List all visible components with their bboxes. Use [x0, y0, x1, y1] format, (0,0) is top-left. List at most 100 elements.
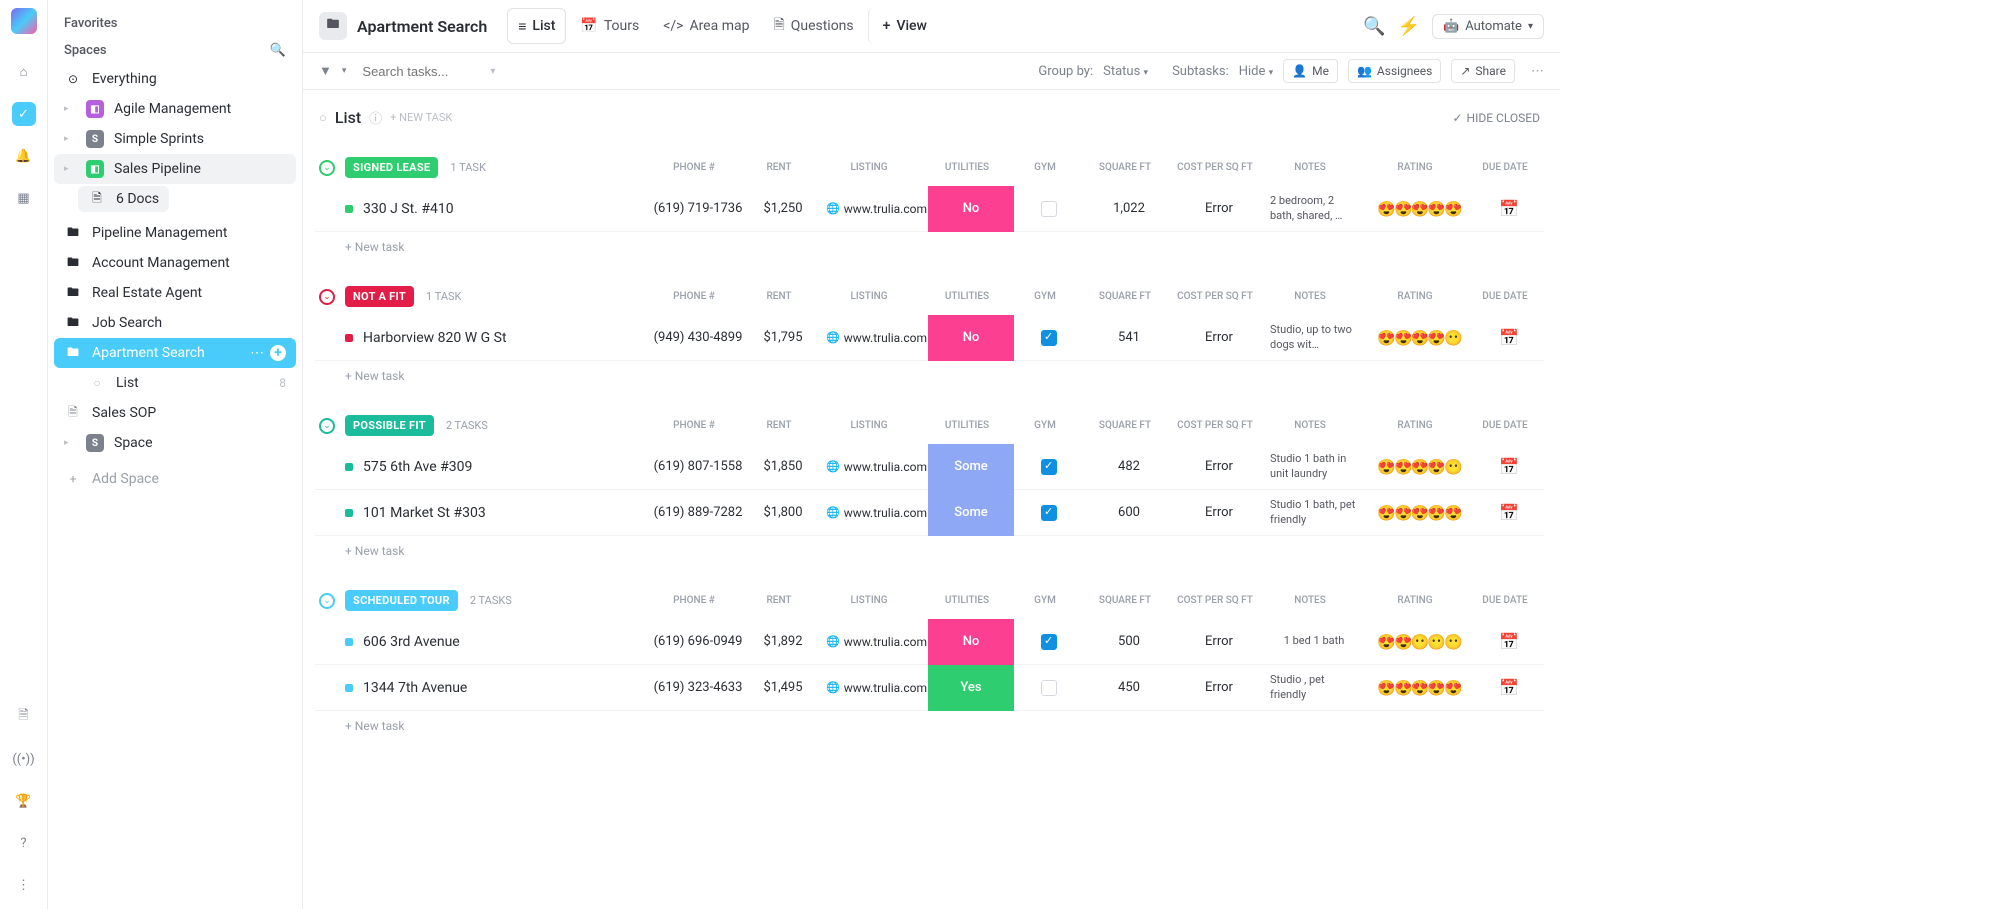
cost-cell[interactable]: Error [1174, 444, 1264, 490]
phone-cell[interactable]: (619) 807-1558 [648, 444, 748, 490]
task-search[interactable]: ▾ [356, 62, 536, 81]
goals-icon[interactable]: 🏆 [12, 789, 36, 813]
tab-area-map[interactable]: </>Area map [653, 8, 759, 44]
gym-cell[interactable] [1014, 315, 1084, 361]
sqft-cell[interactable]: 600 [1084, 490, 1174, 536]
due-date-cell[interactable]: 📅 [1474, 315, 1544, 361]
status-badge[interactable]: SIGNED LEASE [345, 157, 438, 178]
rating-cell[interactable]: 😍😍😍😍😶 [1364, 444, 1474, 490]
cost-cell[interactable]: Error [1174, 315, 1264, 361]
tab-questions[interactable]: 🗎Questions [763, 8, 863, 44]
task-row[interactable]: Harborview 820 W G St (949) 430-4899 $1,… [315, 315, 1544, 361]
phone-cell[interactable]: (619) 696-0949 [648, 619, 748, 665]
task-name[interactable]: 330 J St. #410 [363, 201, 648, 217]
cost-cell[interactable]: Error [1174, 186, 1264, 232]
due-date-cell[interactable]: 📅 [1474, 186, 1544, 232]
search-icon[interactable]: 🔍 [270, 43, 286, 58]
listing-cell[interactable]: www.trulia.com [818, 315, 928, 361]
checkbox[interactable] [1041, 459, 1057, 475]
task-row[interactable]: 575 6th Ave #309 (619) 807-1558 $1,850 w… [315, 444, 1544, 490]
share-button[interactable]: ↗Share [1451, 59, 1515, 83]
folder-account-management[interactable]: 🖿 Account Management [54, 248, 296, 278]
due-date-cell[interactable]: 📅 [1474, 490, 1544, 536]
tab-add-view[interactable]: +View [868, 8, 937, 44]
notifications-icon[interactable]: 🔔 [12, 144, 36, 168]
task-row[interactable]: 330 J St. #410 (619) 719-1736 $1,250 www… [315, 186, 1544, 232]
task-name[interactable]: Harborview 820 W G St [363, 330, 648, 346]
task-name[interactable]: 101 Market St #303 [363, 505, 648, 521]
new-task-inline[interactable]: + NEW TASK [390, 111, 452, 124]
due-date-cell[interactable]: 📅 [1474, 444, 1544, 490]
favorites-header[interactable]: Favorites [54, 10, 296, 37]
doc-sales-sop[interactable]: 🗎 Sales SOP [54, 398, 296, 428]
search-icon[interactable]: 🔍 [1363, 16, 1385, 37]
automate-button[interactable]: 🤖 Automate ▾ [1432, 14, 1544, 39]
search-input[interactable] [362, 64, 482, 79]
more-icon[interactable]: ⋯ [250, 345, 264, 361]
sqft-cell[interactable]: 1,022 [1084, 186, 1174, 232]
rent-cell[interactable]: $1,800 [748, 490, 818, 536]
add-icon[interactable]: + [270, 345, 286, 361]
utilities-cell[interactable]: No [928, 315, 1014, 361]
space-agile[interactable]: ▸ ◧ Agile Management [54, 94, 296, 124]
task-row[interactable]: 101 Market St #303 (619) 889-7282 $1,800… [315, 490, 1544, 536]
group-header[interactable]: ⌄ SCHEDULED TOUR 2 TASKS PHONE # RENT LI… [315, 582, 1544, 619]
checkbox[interactable] [1041, 634, 1057, 650]
collapse-icon[interactable]: ⌄ [319, 593, 335, 609]
pulse-icon[interactable]: ((•)) [12, 747, 36, 771]
rating-cell[interactable]: 😍😍😍😍😶 [1364, 315, 1474, 361]
group-header[interactable]: ⌄ SIGNED LEASE 1 TASK PHONE # RENT LISTI… [315, 149, 1544, 186]
new-task-button[interactable]: + New task [315, 711, 1544, 741]
folder-apartment-search[interactable]: 🖿 Apartment Search ⋯ + [54, 338, 296, 368]
utilities-cell[interactable]: No [928, 186, 1014, 232]
app-logo[interactable] [11, 8, 37, 34]
utilities-cell[interactable]: Some [928, 444, 1014, 490]
list-item[interactable]: ○ List 8 [54, 368, 296, 398]
rent-cell[interactable]: $1,850 [748, 444, 818, 490]
rent-cell[interactable]: $1,892 [748, 619, 818, 665]
listing-cell[interactable]: www.trulia.com [818, 619, 928, 665]
bolt-icon[interactable]: ⚡ [1398, 16, 1420, 37]
status-badge[interactable]: NOT A FIT [345, 286, 414, 307]
notes-cell[interactable]: Studio , pet friendly [1264, 665, 1364, 711]
utilities-cell[interactable]: Some [928, 490, 1014, 536]
space-space[interactable]: ▸ S Space [54, 428, 296, 458]
apps-icon[interactable]: ▦ [12, 186, 36, 210]
gym-cell[interactable] [1014, 665, 1084, 711]
subtasks-select[interactable]: Hide ▾ [1239, 64, 1273, 79]
everything-item[interactable]: ⊙ Everything [54, 64, 296, 94]
me-filter[interactable]: 👤Me [1283, 59, 1338, 83]
sqft-cell[interactable]: 500 [1084, 619, 1174, 665]
task-name[interactable]: 1344 7th Avenue [363, 680, 648, 696]
tab-list[interactable]: ≡List [507, 8, 566, 44]
rent-cell[interactable]: $1,495 [748, 665, 818, 711]
space-sales-pipeline[interactable]: ▸ ◧ Sales Pipeline [54, 154, 296, 184]
docs-count[interactable]: 🗎 6 Docs [78, 186, 169, 212]
info-icon[interactable]: ⓘ [369, 108, 382, 127]
status-badge[interactable]: POSSIBLE FIT [345, 415, 434, 436]
due-date-cell[interactable]: 📅 [1474, 665, 1544, 711]
rating-cell[interactable]: 😍😍😍😍😍 [1364, 665, 1474, 711]
group-header[interactable]: ⌄ POSSIBLE FIT 2 TASKS PHONE # RENT LIST… [315, 407, 1544, 444]
collapse-icon[interactable]: ⌄ [319, 418, 335, 434]
add-space[interactable]: + Add Space [54, 464, 296, 494]
notes-cell[interactable]: Studio 1 bath, pet friendly [1264, 490, 1364, 536]
group-header[interactable]: ⌄ NOT A FIT 1 TASK PHONE # RENT LISTING … [315, 278, 1544, 315]
checkbox[interactable] [1041, 201, 1057, 217]
notes-cell[interactable]: Studio 1 bath in unit laundry [1264, 444, 1364, 490]
sqft-cell[interactable]: 541 [1084, 315, 1174, 361]
checkbox[interactable] [1041, 680, 1057, 696]
chevron-down-icon[interactable]: ▾ [342, 66, 347, 76]
new-task-button[interactable]: + New task [315, 232, 1544, 262]
more-icon[interactable]: ⋯ [1531, 64, 1544, 79]
sqft-cell[interactable]: 482 [1084, 444, 1174, 490]
rent-cell[interactable]: $1,250 [748, 186, 818, 232]
collapse-icon[interactable]: ⌄ [319, 289, 335, 305]
task-row[interactable]: 1344 7th Avenue (619) 323-4633 $1,495 ww… [315, 665, 1544, 711]
listing-cell[interactable]: www.trulia.com [818, 665, 928, 711]
phone-cell[interactable]: (619) 323-4633 [648, 665, 748, 711]
gym-cell[interactable] [1014, 444, 1084, 490]
gym-cell[interactable] [1014, 619, 1084, 665]
utilities-cell[interactable]: Yes [928, 665, 1014, 711]
chevron-down-icon[interactable]: ▾ [490, 66, 495, 77]
